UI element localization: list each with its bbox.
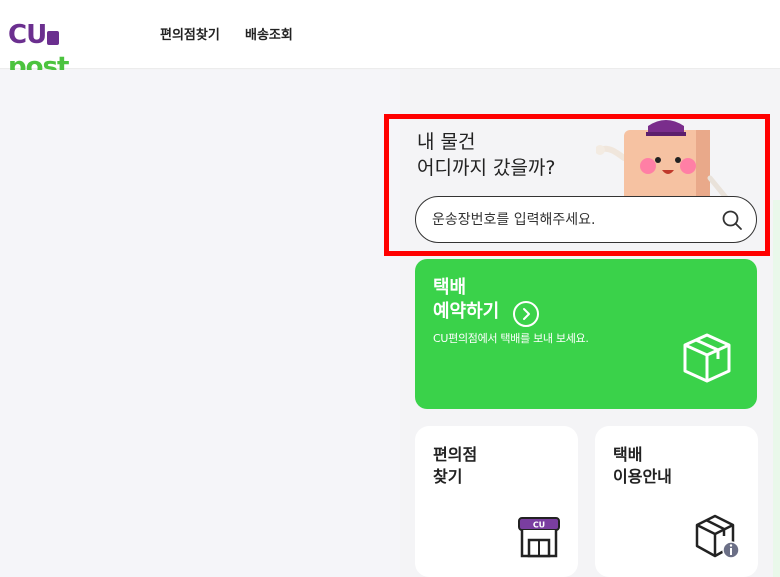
delivery-guide-card[interactable]: 택배 이용안내: [595, 426, 758, 577]
reserve-card-title: 택배 예약하기: [433, 276, 499, 324]
logo-cu: CU: [8, 20, 47, 50]
tracking-search-field[interactable]: [415, 196, 757, 243]
left-panel: [0, 70, 400, 577]
delivery-guide-line1: 택배: [613, 445, 643, 464]
tracking-title-line1: 내 물건: [417, 131, 476, 153]
right-edge-panel: [773, 200, 780, 577]
top-header: CUpost 편의점찾기 배송조회: [0, 0, 780, 82]
tracking-number-input[interactable]: [432, 207, 712, 233]
store-icon: CU: [518, 517, 560, 558]
logo-bag-icon: [47, 31, 60, 45]
delivery-guide-card-title: 택배 이용안내: [613, 444, 672, 488]
svg-text:CU: CU: [533, 521, 545, 530]
find-store-card[interactable]: 편의점 찾기 CU: [415, 426, 578, 577]
delivery-guide-line2: 이용안내: [613, 467, 672, 486]
reserve-parcel-card[interactable]: 택배 예약하기 CU편의점에서 택배를 보내 보세요.: [415, 259, 757, 409]
search-icon[interactable]: [720, 208, 744, 232]
tracking-title-line2: 어디까지 갔을까?: [417, 157, 556, 179]
reserve-title-line1: 택배: [433, 277, 467, 298]
nav-delivery-tracking[interactable]: 배송조회: [245, 27, 293, 45]
nav-find-store[interactable]: 편의점찾기: [160, 27, 220, 45]
find-store-line2: 찾기: [433, 467, 463, 486]
reserve-title-line2: 예약하기: [433, 301, 500, 322]
box-mascot-icon: [596, 120, 731, 204]
find-store-line1: 편의점: [433, 445, 478, 464]
tracking-title: 내 물건 어디까지 갔을까?: [417, 129, 556, 181]
reserve-card-subtitle: CU편의점에서 택배를 보내 보세요.: [433, 332, 589, 345]
cupost-logo[interactable]: CUpost: [8, 19, 118, 82]
parcel-box-icon: [683, 333, 731, 383]
find-store-card-title: 편의점 찾기: [433, 444, 477, 488]
chevron-right-icon[interactable]: [513, 301, 539, 327]
parcel-info-icon: [695, 514, 740, 559]
